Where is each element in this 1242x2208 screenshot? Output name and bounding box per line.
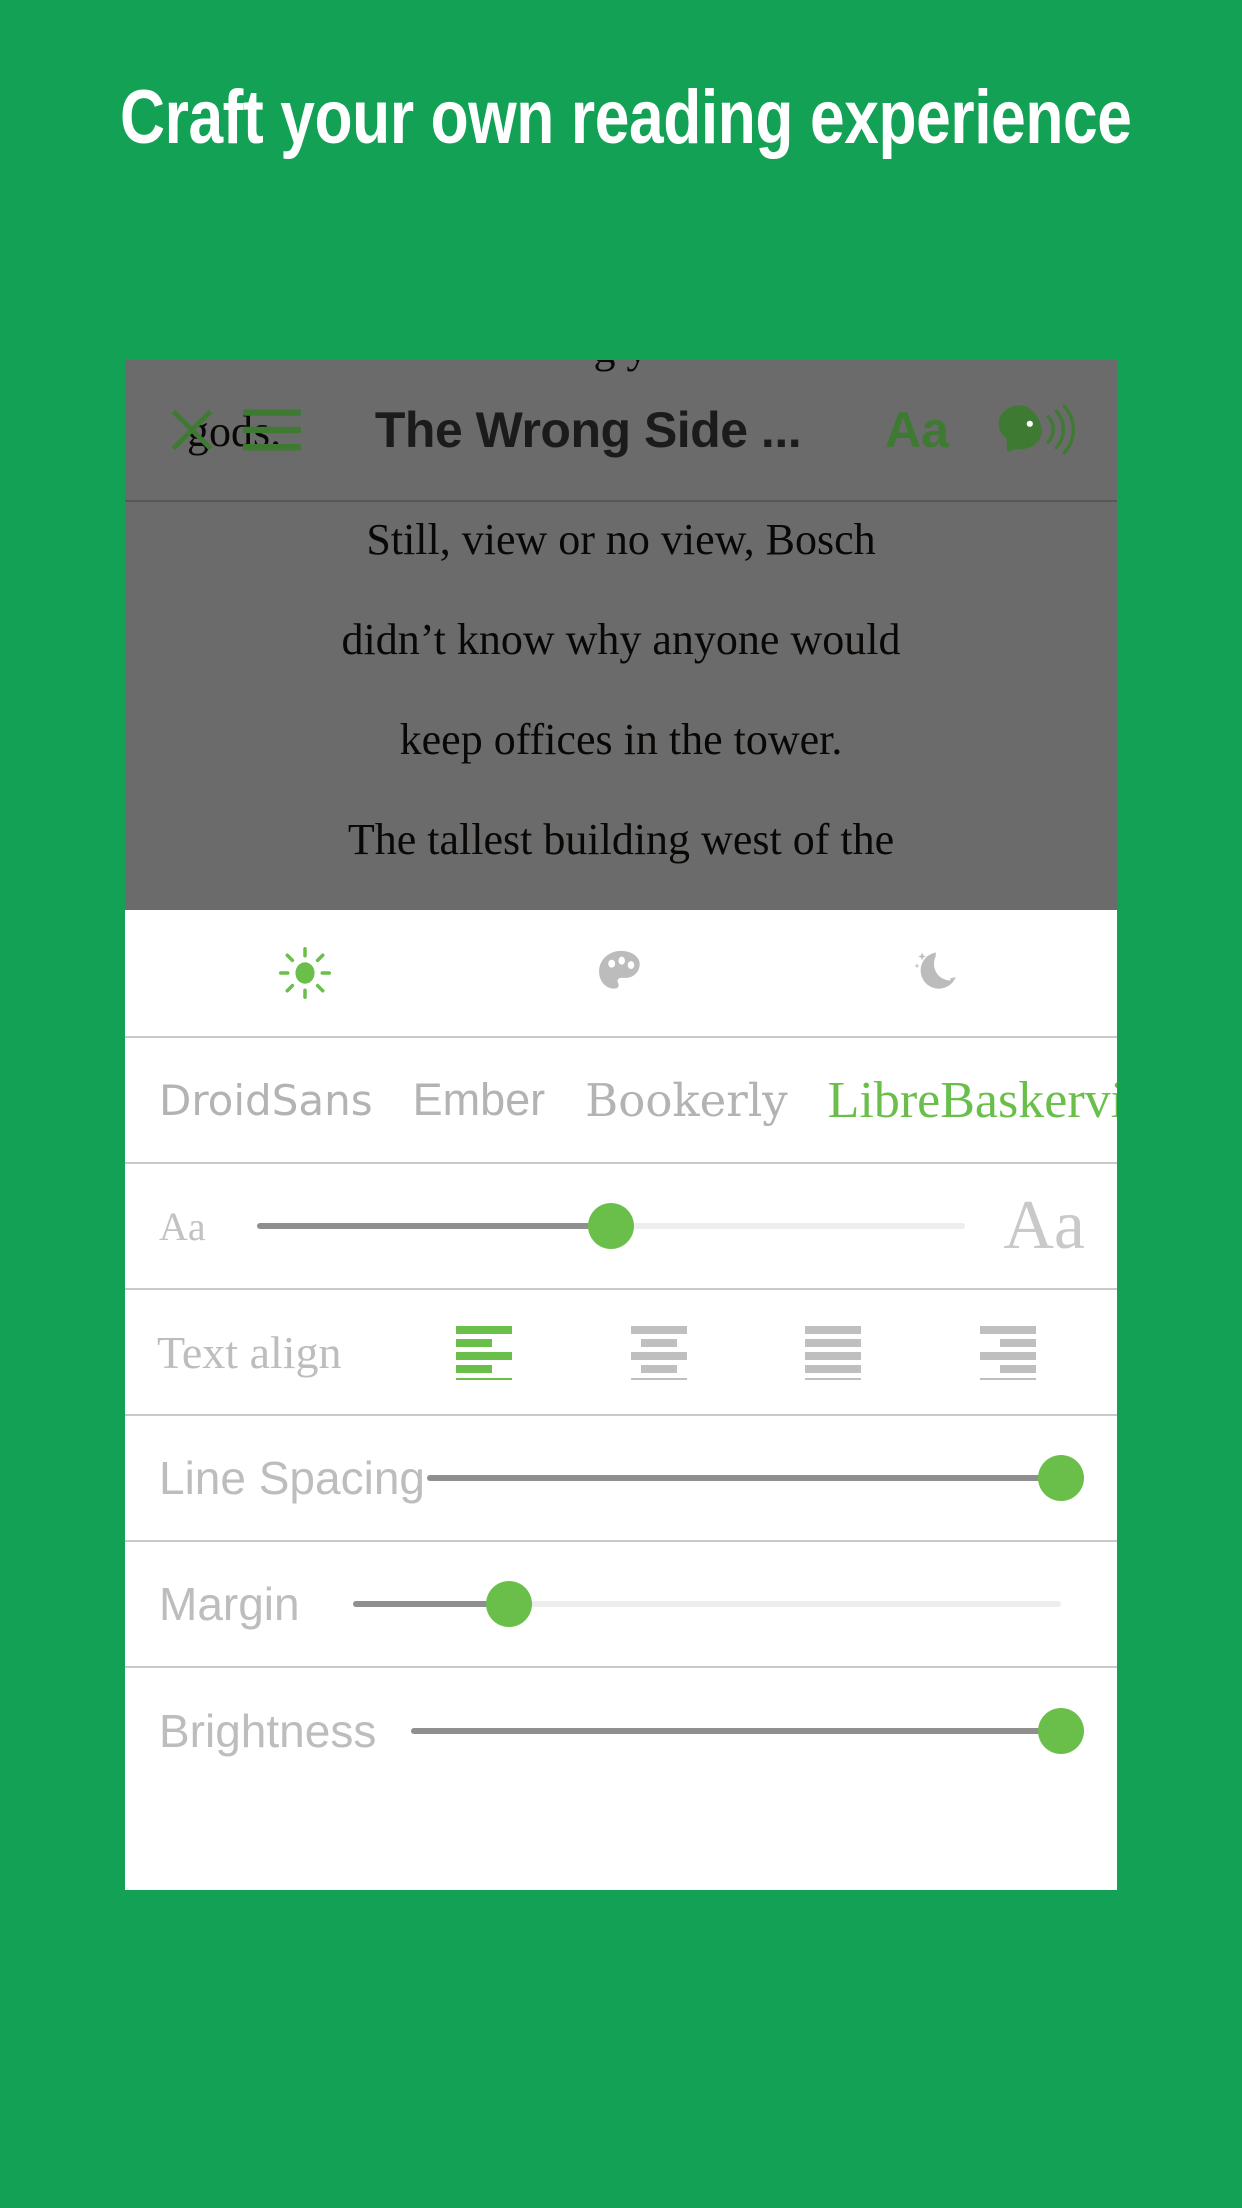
reader-line-3: keep offices in the tower.	[399, 715, 843, 764]
align-right-icon	[979, 1326, 1036, 1380]
slider-thumb[interactable]	[1038, 1455, 1084, 1501]
align-left-button[interactable]	[438, 1315, 530, 1389]
reader-line-4: The tallest building west of the	[347, 815, 895, 864]
font-size-small-label: Aa	[159, 1203, 206, 1249]
reader-paragraph: Still, view or no view, Bosch didn’t kno…	[169, 490, 1073, 890]
margin-slider[interactable]	[353, 1574, 1061, 1634]
brightness-slider[interactable]	[411, 1701, 1084, 1761]
slider-thumb[interactable]	[485, 1581, 532, 1627]
theme-dark-button[interactable]	[862, 923, 1012, 1023]
font-option-bookerly[interactable]: Bookerly	[585, 1074, 827, 1127]
align-center-icon	[630, 1326, 687, 1380]
text-align-row: Text align	[125, 1290, 1117, 1416]
brightness-row: Brightness	[125, 1668, 1117, 1794]
theme-selector-row	[125, 910, 1117, 1038]
slider-fill	[257, 1223, 611, 1229]
reader-toolbar: The Wrong Side ... Aa	[125, 360, 1117, 502]
line-spacing-slider[interactable]	[427, 1448, 1084, 1508]
reader-line-1: Still, view or no view, Bosch	[366, 515, 876, 564]
align-right-button[interactable]	[962, 1315, 1054, 1389]
font-settings-button[interactable]: Aa	[869, 401, 965, 459]
font-size-row: Aa Aa	[125, 1164, 1117, 1290]
font-family-row[interactable]: DroidSans Ember Bookerly LibreBaskervill…	[125, 1038, 1117, 1164]
book-title: The Wrong Side ...	[374, 402, 802, 458]
sun-icon	[278, 946, 332, 1000]
line-spacing-label: Line Spacing	[159, 1452, 425, 1504]
reader-settings-sheet: DroidSans Ember Bookerly LibreBaskervill…	[125, 910, 1117, 1890]
line-spacing-row: Line Spacing	[125, 1416, 1117, 1542]
font-option-librebaskerville[interactable]: LibreBaskerville	[828, 1071, 1117, 1130]
text-align-label: Text align	[157, 1326, 342, 1378]
align-justify-icon	[805, 1326, 862, 1380]
hamburger-menu-icon[interactable]	[237, 399, 307, 461]
moon-icon	[914, 952, 956, 989]
margin-row: Margin	[125, 1542, 1117, 1668]
slider-fill	[411, 1728, 1061, 1734]
close-icon[interactable]	[161, 399, 223, 461]
slider-thumb[interactable]	[588, 1203, 634, 1249]
palette-icon	[599, 950, 640, 989]
font-option-droidsans[interactable]: DroidSans	[159, 1076, 413, 1125]
font-option-ember[interactable]: Ember	[413, 1074, 586, 1126]
align-left-icon	[456, 1326, 513, 1380]
margin-label: Margin	[159, 1578, 300, 1630]
font-size-slider[interactable]	[257, 1196, 965, 1256]
align-justify-button[interactable]	[787, 1315, 879, 1389]
phone-screenshot: g y gods. Still, view or no view, Bosch …	[125, 360, 1117, 1890]
align-center-button[interactable]	[613, 1315, 705, 1389]
brightness-label: Brightness	[159, 1705, 377, 1757]
page-title: Craft your own reading experience	[120, 75, 1132, 160]
font-size-large-label: Aa	[1003, 1187, 1085, 1264]
text-to-speech-icon[interactable]	[977, 395, 1081, 465]
reader-line-2: didn’t know why anyone would	[341, 615, 901, 664]
slider-thumb[interactable]	[1038, 1708, 1084, 1754]
theme-light-button[interactable]	[230, 923, 380, 1023]
theme-sepia-button[interactable]	[546, 923, 696, 1023]
slider-fill	[427, 1475, 1061, 1481]
